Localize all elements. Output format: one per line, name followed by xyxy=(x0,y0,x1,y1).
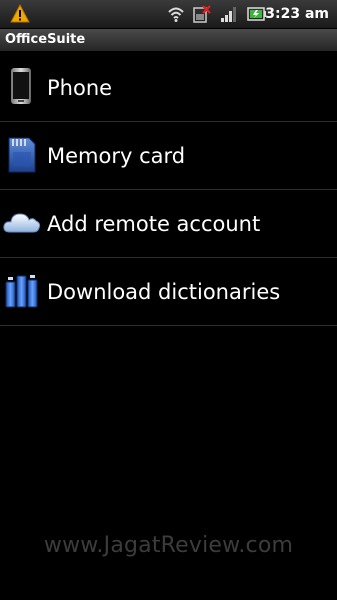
dictionaries-icon xyxy=(5,275,38,308)
list-item-label: Memory card xyxy=(47,144,186,168)
no-sim-icon xyxy=(193,5,211,23)
warning-icon[interactable] xyxy=(10,4,30,24)
list-item-download-dictionaries[interactable]: Download dictionaries xyxy=(0,258,337,326)
list-item-memory-card[interactable]: Memory card xyxy=(0,122,337,190)
watermark-text: www.JagatReview.com xyxy=(43,533,294,558)
wifi-icon xyxy=(168,7,184,22)
cloud-icon xyxy=(3,213,41,233)
phone-icon xyxy=(11,68,31,104)
list-item-phone[interactable]: Phone xyxy=(0,54,337,122)
app-title: OfficeSuite xyxy=(5,32,86,47)
list-item-add-remote-account[interactable]: Add remote account xyxy=(0,190,337,258)
list-item-label: Download dictionaries xyxy=(47,280,281,304)
status-time: 3:23 am xyxy=(265,6,329,22)
memory-card-icon xyxy=(8,137,36,173)
storage-list: Phone Memory card Add remote account Dow… xyxy=(0,54,337,326)
app-title-bar: OfficeSuite xyxy=(0,29,337,51)
list-item-label: Add remote account xyxy=(47,212,261,236)
signal-icon xyxy=(221,7,236,22)
battery-icon xyxy=(247,7,266,21)
list-item-label: Phone xyxy=(47,76,113,100)
status-bar: 3:23 am xyxy=(0,0,337,29)
